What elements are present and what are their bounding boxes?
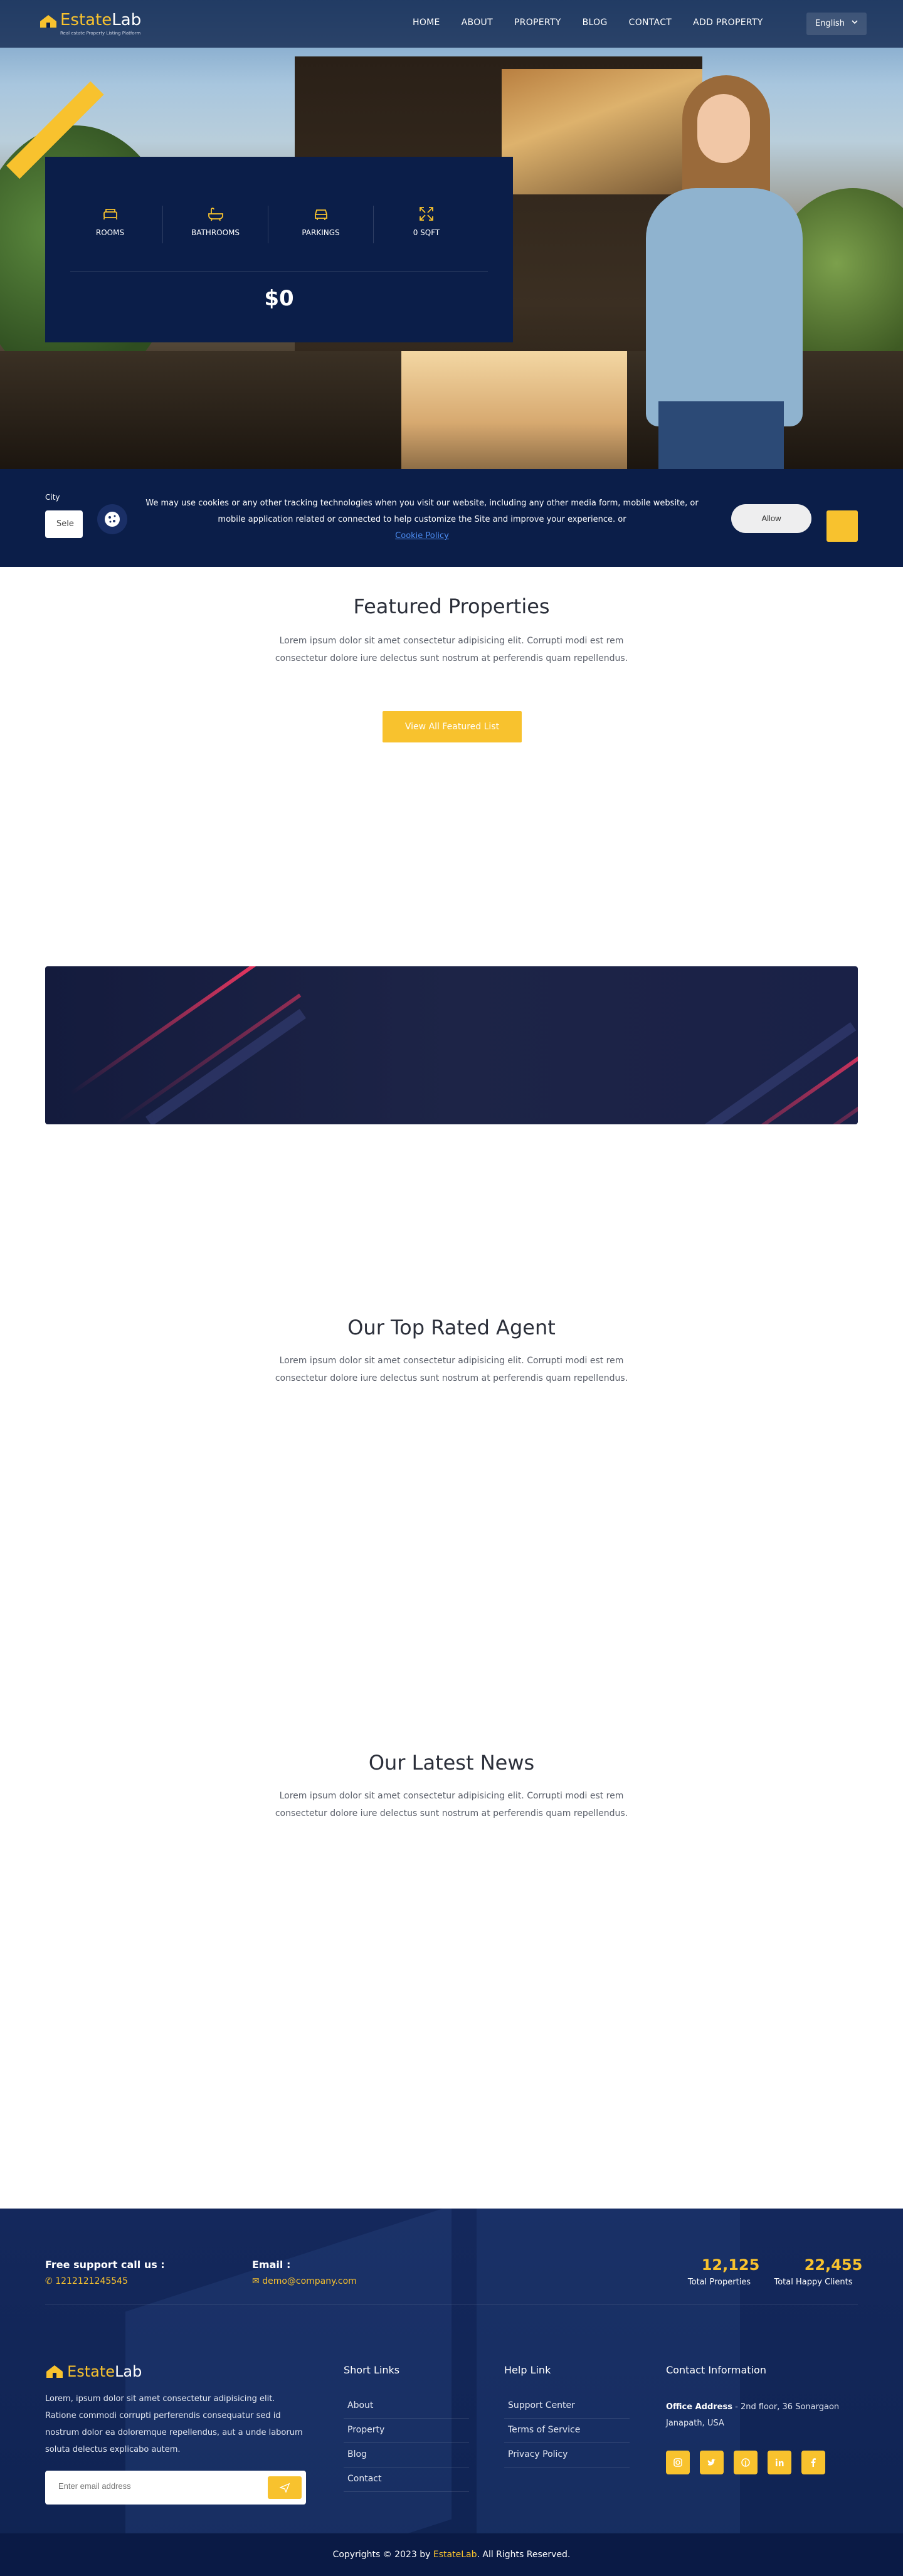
logo-text: EstateLab — [60, 11, 142, 29]
linkedin-icon[interactable] — [768, 2451, 791, 2474]
feature-bathrooms: BATHROOMS — [163, 206, 268, 243]
card-divider — [70, 271, 488, 272]
stat-properties-label: Total Properties — [687, 2278, 751, 2287]
help-links-list: Support Center Terms of Service Privacy … — [504, 2394, 630, 2468]
site-header: EstateLab Real estate Property Listing P… — [0, 0, 903, 48]
footer-link-support[interactable]: Support Center — [504, 2394, 630, 2419]
hero-woman-body — [646, 188, 803, 426]
feature-area: 0 SQFT — [374, 206, 479, 243]
language-value: English — [815, 19, 845, 28]
footer-logo[interactable]: EstateLab — [45, 2363, 142, 2380]
twitter-icon[interactable] — [700, 2451, 724, 2474]
featured-title: Featured Properties — [353, 594, 550, 618]
property-features: ROOMS BATHROOMS PARKINGS 0 SQFT — [45, 206, 513, 243]
property-info-card: ROOMS BATHROOMS PARKINGS 0 SQFT $0 — [45, 157, 513, 342]
feature-parkings-label: PARKINGS — [302, 228, 340, 237]
hero-woman-jeans — [658, 401, 784, 472]
property-price: $0 — [264, 286, 294, 311]
email-link[interactable]: ✉ demo@company.com — [252, 2276, 357, 2286]
cookie-message: We may use cookies or any other tracking… — [143, 495, 701, 544]
promo-banner — [45, 966, 858, 1124]
email-label: Email : — [252, 2259, 291, 2271]
footer-link-property[interactable]: Property — [344, 2419, 469, 2443]
stat-clients-label: Total Happy Clients — [774, 2278, 853, 2287]
instagram-icon[interactable] — [666, 2451, 690, 2474]
hero-section: ROOMS BATHROOMS PARKINGS 0 SQFT $0 — [0, 0, 903, 472]
feature-rooms: ROOMS — [58, 206, 163, 243]
cookie-policy-link[interactable]: Cookie Policy — [143, 528, 701, 544]
short-links-list: About Property Blog Contact — [344, 2394, 469, 2492]
banner-stripe — [70, 966, 258, 1095]
phone-icon: ✆ — [45, 2276, 56, 2286]
subscribe-button[interactable] — [268, 2476, 302, 2499]
footer-link-about[interactable]: About — [344, 2394, 469, 2419]
city-label: City — [45, 493, 60, 502]
expand-icon — [420, 207, 433, 221]
support-phone[interactable]: ✆ 1212121245545 — [45, 2276, 128, 2286]
footer-link-privacy[interactable]: Privacy Policy — [504, 2443, 630, 2468]
banner-stripe — [114, 993, 302, 1124]
nav-property[interactable]: PROPERTY — [514, 18, 561, 28]
social-links — [666, 2451, 825, 2474]
chevron-down-icon — [852, 20, 858, 24]
house-logo-icon — [46, 2365, 63, 2378]
house-logo-icon — [40, 15, 56, 28]
feature-bathrooms-label: BATHROOMS — [191, 228, 240, 237]
feature-area-label: 0 SQFT — [413, 228, 440, 237]
send-icon — [280, 2483, 290, 2493]
subscribe-form — [45, 2471, 306, 2505]
help-links-title: Help Link — [504, 2364, 551, 2376]
support-label: Free support call us : — [45, 2259, 165, 2271]
site-logo[interactable]: EstateLab Real estate Property Listing P… — [39, 11, 141, 36]
pinterest-icon[interactable] — [734, 2451, 758, 2474]
car-icon — [314, 209, 327, 220]
city-select[interactable]: Sele — [45, 510, 83, 538]
footer-link-contact[interactable]: Contact — [344, 2468, 469, 2492]
short-links-title: Short Links — [344, 2364, 400, 2376]
view-featured-button[interactable]: View All Featured List — [383, 711, 522, 742]
agents-title: Our Top Rated Agent — [347, 1316, 556, 1339]
footer-link-blog[interactable]: Blog — [344, 2443, 469, 2468]
copyright-brand-link[interactable]: EstateLab — [433, 2550, 477, 2560]
nav-add-property[interactable]: ADD PROPERTY — [693, 18, 763, 28]
banner-stripe — [635, 1022, 857, 1124]
footer-link-terms[interactable]: Terms of Service — [504, 2419, 630, 2443]
cookie-message-text: We may use cookies or any other tracking… — [145, 499, 699, 524]
contact-info-title: Contact Information — [666, 2364, 766, 2376]
main-nav: HOME ABOUT PROPERTY BLOG CONTACT ADD PRO… — [413, 18, 784, 28]
language-select[interactable]: English — [806, 13, 867, 35]
cookie-consent-bar: City Sele We may use cookies or any othe… — [0, 469, 903, 567]
featured-description: Lorem ipsum dolor sit amet consectetur a… — [275, 636, 628, 663]
agents-description: Lorem ipsum dolor sit amet consectetur a… — [275, 1356, 628, 1383]
footer-about-text: Lorem, ipsum dolor sit amet consectetur … — [45, 2394, 303, 2454]
stat-clients-value: 22,455 — [804, 2256, 863, 2274]
bathtub-icon — [208, 208, 223, 221]
allow-cookies-button[interactable]: Allow — [731, 504, 811, 533]
facebook-icon[interactable] — [801, 2451, 825, 2474]
nav-blog[interactable]: BLOG — [583, 18, 608, 28]
hero-woman-face — [697, 94, 750, 163]
bed-icon — [103, 209, 117, 219]
mail-icon: ✉ — [252, 2276, 263, 2286]
hero-house-lower-window — [401, 351, 627, 470]
nav-home[interactable]: HOME — [413, 18, 440, 28]
search-submit-button[interactable] — [826, 510, 858, 542]
stat-properties-value: 12,125 — [701, 2256, 760, 2274]
logo-tagline: Real estate Property Listing Platform — [60, 31, 141, 36]
subscribe-email-input[interactable] — [58, 2481, 246, 2491]
news-title: Our Latest News — [368, 1751, 535, 1775]
hero-house-upper-glass — [502, 69, 702, 194]
feature-rooms-label: ROOMS — [95, 228, 125, 237]
feature-parkings: PARKINGS — [268, 206, 374, 243]
copyright-bar: Copyrights © 2023 by EstateLab. All Righ… — [0, 2533, 903, 2576]
news-description: Lorem ipsum dolor sit amet consectetur a… — [275, 1791, 628, 1819]
nav-about[interactable]: ABOUT — [462, 18, 493, 28]
site-footer: Free support call us : ✆ 1212121245545 E… — [0, 2209, 903, 2576]
nav-contact[interactable]: CONTACT — [629, 18, 672, 28]
office-address: Office Address - 2nd floor, 36 Sonargaon… — [666, 2402, 840, 2428]
cookie-icon — [97, 504, 127, 534]
